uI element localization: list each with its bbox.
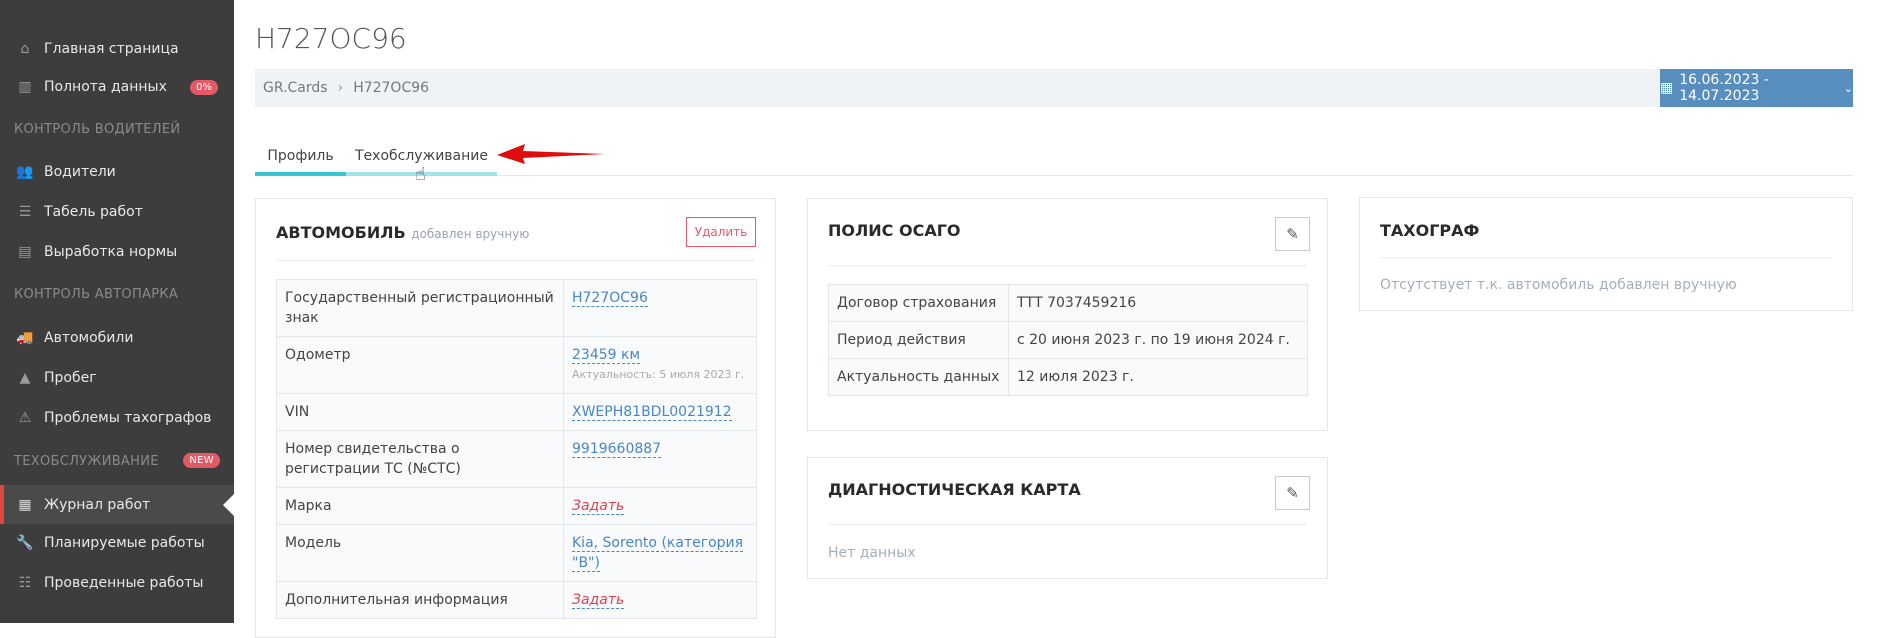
calendar-icon: ▦ [1660, 80, 1674, 96]
osago-title: ПОЛИС ОСАГО [828, 221, 961, 240]
edit-osago-button[interactable]: ✎ [1275, 217, 1310, 251]
sidebar-item-tacho-problems[interactable]: ⚠ Проблемы тахографов [0, 399, 234, 437]
warning-icon: ⚠ [18, 410, 32, 426]
car-subtitle: добавлен вручную [411, 227, 530, 241]
vin-link[interactable]: XWEPH81BDL0021912 [572, 404, 732, 421]
divider [828, 524, 1307, 525]
set-info-link[interactable]: Задать [572, 592, 625, 609]
sidebar-item-mileage[interactable]: ▲ Пробег [0, 359, 234, 397]
list-alt-icon: ☷ [18, 575, 32, 591]
table-row: Одометр 23459 км Актуальность: 5 июля 2023… [276, 336, 757, 394]
completeness-badge: 0% [190, 79, 218, 95]
table-row: Модель Kia, Sorento (категория "B") [276, 524, 757, 582]
osago-table: Договор страхования ТТТ 7037459216 Период… [828, 284, 1308, 396]
car-title: АВТОМОБИЛЬ добавлен вручную [276, 223, 530, 242]
sidebar-item-planned-works[interactable]: 🔧 Планируемые работы [0, 524, 234, 562]
delete-button[interactable]: Удалить [686, 217, 756, 247]
sts-link[interactable]: 9919660887 [572, 441, 662, 458]
tacho-title: ТАХОГРАФ [1380, 221, 1480, 240]
chevron-right-icon: › [337, 80, 344, 96]
pencil-icon: ✎ [1286, 484, 1299, 502]
active-caret [223, 493, 234, 516]
table-row: VIN XWEPH81BDL0021912 [276, 393, 757, 431]
table-row: Договор страхования ТТТ 7037459216 [828, 284, 1308, 322]
sidebar: ⌂ Главная страница ▥ Полнота данных 0% КОНТ… [0, 0, 234, 623]
sidebar-item-label: Автомобили [44, 330, 134, 346]
sidebar-item-completed-works[interactable]: ☷ Проведенные работы [0, 564, 234, 602]
diag-card-panel: ДИАГНОСТИЧЕСКАЯ КАРТА ✎ Нет данных [807, 457, 1328, 579]
odometer-note: Актуальность: 5 июля 2023 г. [572, 368, 745, 381]
chevron-down-icon: ⌄ [1843, 81, 1853, 95]
red-arrow-annotation [497, 144, 605, 164]
truck-icon: 🚚 [16, 330, 34, 346]
list-icon: ☰ [18, 204, 32, 220]
home-icon: ⌂ [20, 41, 30, 57]
sidebar-item-label: Проблемы тахографов [44, 410, 212, 426]
section-drivers-control: КОНТРОЛЬ ВОДИТЕЛЕЙ [14, 122, 181, 137]
sidebar-item-norm[interactable]: ▤ Выработка нормы [0, 233, 234, 271]
odometer-link[interactable]: 23459 км [572, 347, 641, 364]
sidebar-item-work-log[interactable]: ▦ Журнал работ [0, 485, 234, 524]
divider [1380, 257, 1832, 258]
osago-panel: ПОЛИС ОСАГО ✎ Договор страхования ТТТ 703… [807, 198, 1328, 431]
diag-empty: Нет данных [828, 545, 916, 561]
breadcrumb-root[interactable]: GR.Cards [263, 80, 328, 96]
wrench-icon: 🔧 [16, 535, 34, 551]
breadcrumb-current: Н727ОС96 [353, 80, 430, 96]
breadcrumb: GR.Cards › Н727ОС96 [255, 69, 1660, 107]
table-row: Актуальность данных 12 июля 2023 г. [828, 358, 1308, 396]
sidebar-item-label: Журнал работ [44, 496, 151, 513]
sidebar-item-home[interactable]: ⌂ Главная страница [0, 30, 234, 68]
bar-chart-icon: ▥ [18, 79, 32, 95]
tachograph-panel: ТАХОГРАФ Отсутствует т.к. автомобиль доб… [1359, 197, 1853, 311]
sidebar-item-label: Табель работ [44, 204, 143, 220]
table-row: Дополнительная информация Задать [276, 581, 757, 619]
sidebar-item-drivers[interactable]: 👥 Водители [0, 153, 234, 191]
tab-profile[interactable]: Профиль [255, 140, 346, 176]
sidebar-item-data-completeness[interactable]: ▥ Полнота данных 0% [0, 68, 234, 106]
sidebar-item-label: Водители [44, 164, 116, 180]
sidebar-item-timesheet[interactable]: ☰ Табель работ [0, 193, 234, 231]
sidebar-item-label: Выработка нормы [44, 244, 178, 260]
new-badge: NEW [183, 453, 220, 468]
sidebar-item-vehicles[interactable]: 🚚 Автомобили [0, 319, 234, 357]
date-range-button[interactable]: ▦ 16.06.2023 - 14.07.2023 ⌄ [1660, 69, 1853, 107]
page-title: Н727ОС96 [255, 22, 407, 55]
sidebar-item-label: Главная страница [44, 41, 179, 57]
tasks-icon: ▤ [18, 244, 32, 260]
divider [276, 260, 755, 261]
model-link[interactable]: Kia, Sorento (категория "B") [572, 535, 744, 572]
table-row: Период действия с 20 июня 2023 г. по 19 и… [828, 321, 1308, 359]
hand-cursor-icon: ☝ [415, 164, 426, 185]
diag-title: ДИАГНОСТИЧЕСКАЯ КАРТА [828, 480, 1081, 499]
sidebar-item-label: Планируемые работы [44, 535, 205, 551]
sidebar-item-label: Проведенные работы [44, 575, 204, 591]
date-range-value: 16.06.2023 - 14.07.2023 [1679, 72, 1769, 104]
section-label: ТЕХОБСЛУЖИВАНИЕ [14, 454, 159, 469]
sidebar-item-label: Пробег [44, 370, 97, 386]
pencil-icon: ✎ [1286, 225, 1299, 243]
divider [828, 265, 1307, 266]
table-row: Государственный регистрационный знак Н727… [276, 279, 757, 337]
table-row: Марка Задать [276, 487, 757, 525]
plate-link[interactable]: Н727ОС96 [572, 290, 648, 307]
table-row: Номер свидетельства о регистрации ТС (№С… [276, 430, 757, 488]
car-panel: АВТОМОБИЛЬ добавлен вручную Удалить Госу… [255, 198, 776, 638]
tacho-empty: Отсутствует т.к. автомобиль добавлен вру… [1380, 277, 1737, 293]
edit-diag-button[interactable]: ✎ [1275, 476, 1310, 510]
users-icon: 👥 [16, 164, 34, 180]
car-table: Государственный регистрационный знак Н727… [276, 279, 757, 619]
set-brand-link[interactable]: Задать [572, 498, 625, 515]
road-icon: ▲ [19, 370, 31, 386]
section-maintenance: ТЕХОБСЛУЖИВАНИЕ NEW [14, 453, 220, 469]
sidebar-item-label: Полнота данных [44, 79, 167, 95]
section-fleet-control: КОНТРОЛЬ АВТОПАРКА [14, 287, 179, 302]
calendar-icon: ▦ [18, 496, 32, 513]
